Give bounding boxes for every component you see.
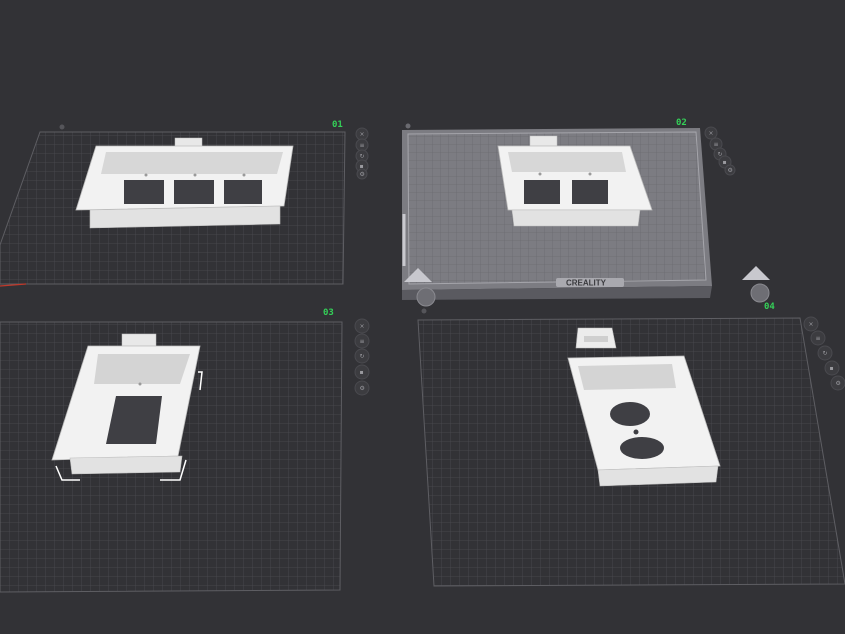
plate-label-02: 02	[676, 118, 687, 128]
plate-03-orient-button[interactable]: ↻	[354, 348, 370, 364]
plate-04-lock-button[interactable]: ▪	[824, 360, 840, 376]
lock-icon: ▪	[360, 369, 364, 376]
gear-icon: ⚙	[728, 167, 733, 174]
plate-02-close-button[interactable]: ×	[704, 126, 718, 140]
plate-01-close-button[interactable]: ×	[355, 127, 369, 141]
plate-02-settings-button[interactable]: ⚙	[724, 164, 736, 176]
plate-03-arrange-button[interactable]: ≡	[354, 333, 370, 349]
gear-icon: ⚙	[836, 380, 841, 387]
brand-label: CREALITY	[566, 279, 607, 288]
bed-leveling-knob	[750, 283, 770, 303]
close-icon: ×	[809, 321, 814, 328]
arrange-icon: ≡	[360, 338, 365, 345]
bed-leveling-knob	[416, 287, 436, 307]
close-icon: ×	[360, 131, 365, 138]
arrange-icon: ≡	[714, 141, 719, 148]
build-plate-01[interactable]: 01 × ≡ ↻ ▪ ⚙	[0, 120, 369, 287]
plate-04-settings-button[interactable]: ⚙	[830, 375, 845, 391]
build-plate-04[interactable]: 04 × ≡ ↻ ▪ ⚙	[417, 302, 845, 587]
gear-icon: ⚙	[360, 171, 365, 178]
lock-icon: ▪	[830, 365, 834, 372]
plate-label-01: 01	[332, 120, 343, 130]
plate-04-arrange-button[interactable]: ≡	[810, 330, 826, 346]
gear-icon: ⚙	[360, 385, 365, 392]
plate-03-settings-button[interactable]: ⚙	[354, 380, 370, 396]
plate-origin-marker	[421, 308, 427, 314]
plate-label-03: 03	[323, 308, 334, 318]
orient-icon: ↻	[360, 153, 365, 160]
plate-03-toolbar: × ≡ ↻ ▪ ⚙	[354, 318, 370, 396]
model-triple-switch-box[interactable]	[75, 137, 294, 229]
plate-03-lock-button[interactable]: ▪	[354, 364, 370, 380]
plate-04-orient-button[interactable]: ↻	[817, 345, 833, 361]
plate-01-toolbar: × ≡ ↻ ▪ ⚙	[355, 127, 369, 180]
orient-icon: ↻	[360, 353, 365, 360]
plate-01-settings-button[interactable]: ⚙	[356, 168, 368, 180]
build-plate-02[interactable]: 02 CREALITY × ≡ ↻ ▪ ⚙	[402, 118, 770, 314]
close-icon: ×	[360, 323, 365, 330]
plate-label-04: 04	[764, 302, 775, 312]
arrange-icon: ≡	[816, 335, 821, 342]
3d-viewport[interactable]: 01 × ≡ ↻ ▪ ⚙ 02 CREALITY × ≡ ↻ ▪ ⚙ 03 × …	[0, 0, 845, 634]
plate-origin-marker	[405, 123, 411, 129]
close-icon: ×	[709, 130, 714, 137]
build-plate-03[interactable]: 03 × ≡ ↻ ▪ ⚙	[0, 308, 370, 593]
bed-corner-clip	[742, 266, 770, 280]
model-small-tab[interactable]	[575, 327, 617, 349]
model-double-switch-box[interactable]	[497, 135, 653, 227]
plate-01-arrange-button[interactable]: ≡	[355, 138, 369, 152]
plate-03-close-button[interactable]: ×	[354, 318, 370, 334]
plate-origin-marker	[59, 124, 65, 130]
orient-icon: ↻	[823, 350, 828, 357]
lock-icon: ▪	[723, 159, 727, 166]
plate-02-toolbar: × ≡ ↻ ▪ ⚙	[704, 126, 736, 176]
plate-04-close-button[interactable]: ×	[803, 316, 819, 332]
arrange-icon: ≡	[360, 142, 365, 149]
